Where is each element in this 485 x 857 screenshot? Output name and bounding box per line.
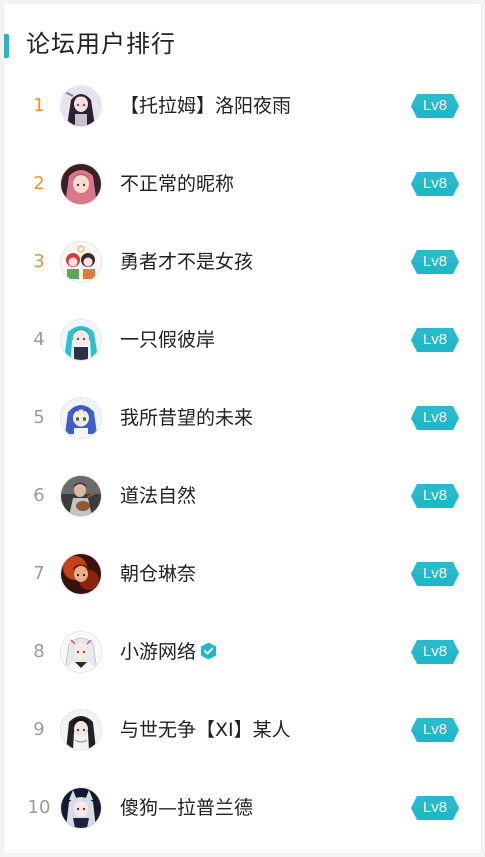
user-row[interactable]: 9 与世无争【XI】某人 Lv8	[4, 691, 481, 769]
level-label: Lv8	[422, 487, 448, 504]
user-row[interactable]: 6 道法自然 Lv8	[4, 457, 481, 535]
user-avatar[interactable]	[60, 709, 102, 751]
level-label: Lv8	[422, 97, 448, 114]
username-link[interactable]: 一只假彼岸	[120, 327, 215, 353]
level-label: Lv8	[422, 253, 448, 270]
username-text: 一只假彼岸	[120, 329, 216, 351]
user-row[interactable]: 5 我所昔望的未来 Lv8	[4, 379, 481, 457]
user-row[interactable]: 10 傻狗—拉普兰德 Lv8	[4, 769, 481, 847]
username-link[interactable]: 朝仓琳奈	[120, 561, 196, 587]
username-link[interactable]: 傻狗—拉普兰德	[120, 795, 253, 821]
avatar-white-hair-icon	[61, 632, 101, 672]
rank-number: 8	[33, 641, 45, 662]
rank-number: 2	[33, 173, 45, 194]
username-link[interactable]: 与世无争【XI】某人	[120, 717, 291, 743]
user-row[interactable]: 3 勇者才不是女孩 Lv8	[4, 223, 481, 301]
username-link[interactable]: 【托拉姆】洛阳夜雨	[120, 93, 291, 119]
avatar-chibi-group-icon	[61, 242, 101, 282]
username-text: 小游网络	[120, 641, 197, 663]
rank-number: 5	[33, 407, 45, 428]
avatar-guitarist-icon	[61, 476, 101, 516]
user-avatar[interactable]	[60, 319, 102, 361]
username-link[interactable]: 道法自然	[120, 483, 196, 509]
user-avatar[interactable]	[60, 163, 102, 205]
avatar-teal-twintails-icon	[61, 320, 101, 360]
rank-number: 7	[33, 563, 45, 584]
user-avatar[interactable]	[60, 397, 102, 439]
level-badge: Lv8	[411, 328, 459, 352]
username-link[interactable]: 小游网络	[120, 639, 217, 665]
username-text: 朝仓琳奈	[120, 563, 197, 585]
level-badge: Lv8	[411, 484, 459, 508]
level-badge: Lv8	[411, 640, 459, 664]
rank-number: 10	[27, 797, 51, 818]
level-label: Lv8	[422, 721, 448, 738]
user-avatar[interactable]	[60, 787, 102, 829]
level-label: Lv8	[422, 331, 448, 348]
avatar-blue-hair-icon	[61, 398, 101, 438]
level-badge: Lv8	[411, 562, 459, 586]
user-row[interactable]: 1 【托拉姆】洛阳夜雨 Lv8	[4, 67, 481, 145]
level-badge: Lv8	[411, 250, 459, 274]
username-text: 与世无争【XI】某人	[120, 719, 291, 741]
user-row[interactable]: 4 一只假彼岸 Lv8	[4, 301, 481, 379]
user-row[interactable]: 2 不正常的昵称 Lv8	[4, 145, 481, 223]
user-avatar[interactable]	[60, 553, 102, 595]
level-badge: Lv8	[411, 718, 459, 742]
username-text: 不正常的昵称	[120, 173, 235, 195]
verified-badge-icon	[201, 642, 217, 660]
avatar-dark-hair-icon	[61, 710, 101, 750]
username-link[interactable]: 我所昔望的未来	[120, 405, 253, 431]
username-link[interactable]: 勇者才不是女孩	[120, 249, 253, 275]
username-link[interactable]: 不正常的昵称	[120, 171, 234, 197]
user-avatar[interactable]	[60, 241, 102, 283]
level-label: Lv8	[422, 565, 448, 582]
username-text: 道法自然	[120, 485, 197, 507]
level-label: Lv8	[422, 409, 448, 426]
user-avatar[interactable]	[60, 631, 102, 673]
level-badge: Lv8	[411, 796, 459, 820]
username-text: 勇者才不是女孩	[120, 251, 254, 273]
rank-number: 3	[33, 251, 45, 272]
user-avatar[interactable]	[60, 85, 102, 127]
title-accent-bar	[4, 34, 9, 58]
level-badge: Lv8	[411, 94, 459, 118]
panel-header: 论坛用户排行	[4, 26, 481, 62]
username-text: 【托拉姆】洛阳夜雨	[120, 95, 292, 117]
user-row[interactable]: 7 朝仓琳奈 Lv8	[4, 535, 481, 613]
level-badge: Lv8	[411, 172, 459, 196]
avatar-wolf-girl-icon	[61, 788, 101, 828]
level-label: Lv8	[422, 175, 448, 192]
rank-number: 6	[33, 485, 45, 506]
user-avatar[interactable]	[60, 475, 102, 517]
rank-number: 4	[33, 329, 45, 350]
panel-title: 论坛用户排行	[26, 30, 176, 58]
rank-number: 1	[33, 95, 45, 116]
rank-number: 9	[33, 719, 45, 740]
level-label: Lv8	[422, 643, 448, 660]
ranking-panel: 论坛用户排行 1 【托拉姆】洛阳夜雨 Lv8 2 不正常的昵称 Lv8 3 勇者…	[4, 4, 481, 853]
avatar-pink-hair-icon	[61, 164, 101, 204]
avatar-gothic-girl-icon	[61, 86, 101, 126]
level-label: Lv8	[422, 799, 448, 816]
user-row[interactable]: 8 小游网络 Lv8	[4, 613, 481, 691]
avatar-red-fire-icon	[61, 554, 101, 594]
username-text: 我所昔望的未来	[120, 407, 254, 429]
username-text: 傻狗—拉普兰德	[120, 797, 254, 819]
level-badge: Lv8	[411, 406, 459, 430]
